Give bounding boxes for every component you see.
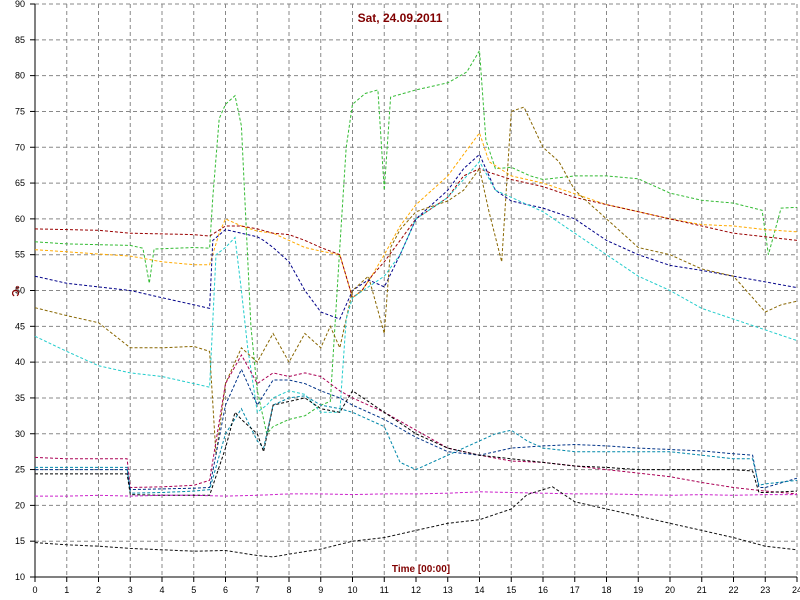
y-tick-label-12: 70 bbox=[15, 142, 25, 152]
x-tick-label-18: 18 bbox=[601, 585, 611, 595]
y-tick-label-10: 60 bbox=[15, 214, 25, 224]
x-tick-label-3: 3 bbox=[128, 585, 133, 595]
y-tick-label-11: 65 bbox=[15, 178, 25, 188]
y-tick-label-15: 85 bbox=[15, 35, 25, 45]
y-tick-label-14: 80 bbox=[15, 71, 25, 81]
x-tick-label-12: 12 bbox=[411, 585, 421, 595]
y-tick-label-1: 15 bbox=[15, 536, 25, 546]
y-tick-label-0: 10 bbox=[15, 572, 25, 582]
x-tick-label-10: 10 bbox=[347, 585, 357, 595]
x-tick-label-6: 6 bbox=[223, 585, 228, 595]
x-tick-label-15: 15 bbox=[506, 585, 516, 595]
grid bbox=[34, 3, 798, 578]
y-axis-label: °C bbox=[9, 285, 20, 296]
x-tick-label-13: 13 bbox=[443, 585, 453, 595]
y-tick-label-6: 40 bbox=[15, 357, 25, 367]
x-tick-label-23: 23 bbox=[760, 585, 770, 595]
y-tick-label-7: 45 bbox=[15, 321, 25, 331]
line-chart: 0 1 2 3 4 5 6 7 8 9 10 11 12 13 14 15 16 17 18 19 20 21 22 23 24… bbox=[9, 0, 800, 595]
y-tick-label-13: 75 bbox=[15, 106, 25, 116]
x-tick-label-8: 8 bbox=[286, 585, 291, 595]
x-tick-label-1: 1 bbox=[64, 585, 69, 595]
x-tick-label-21: 21 bbox=[697, 585, 707, 595]
x-tick-label-14: 14 bbox=[474, 585, 484, 595]
x-tick-label-20: 20 bbox=[665, 585, 675, 595]
x-tick-label-9: 9 bbox=[318, 585, 323, 595]
x-tick-label-2: 2 bbox=[96, 585, 101, 595]
x-tick-label-19: 19 bbox=[633, 585, 643, 595]
x-tick-label-5: 5 bbox=[191, 585, 196, 595]
y-tick-label-9: 55 bbox=[15, 250, 25, 260]
y-tick-label-5: 35 bbox=[15, 393, 25, 403]
series-line-7 bbox=[35, 368, 798, 491]
x-tick-label-7: 7 bbox=[255, 585, 260, 595]
x-tick-label-24: 24 bbox=[792, 585, 800, 595]
chart-title: Sat, 24.09.2011 bbox=[358, 11, 443, 25]
y-tick-label-16: 90 bbox=[15, 0, 25, 9]
x-tick-label-16: 16 bbox=[538, 585, 548, 595]
chart-container: 0 1 2 3 4 5 6 7 8 9 10 11 12 13 14 15 16 17 18 19 20 21 22 23 24… bbox=[0, 0, 800, 600]
y-tick-label-3: 25 bbox=[15, 465, 25, 475]
y-tick-label-4: 30 bbox=[15, 429, 25, 439]
y-tick-label-2: 20 bbox=[15, 500, 25, 510]
x-tick-label-17: 17 bbox=[570, 585, 580, 595]
x-axis-label: Time [00:00] bbox=[392, 564, 450, 575]
x-tick-label-0: 0 bbox=[32, 585, 37, 595]
x-tick-label-22: 22 bbox=[728, 585, 738, 595]
x-tick-label-4: 4 bbox=[159, 585, 164, 595]
x-tick-label-11: 11 bbox=[380, 585, 389, 595]
